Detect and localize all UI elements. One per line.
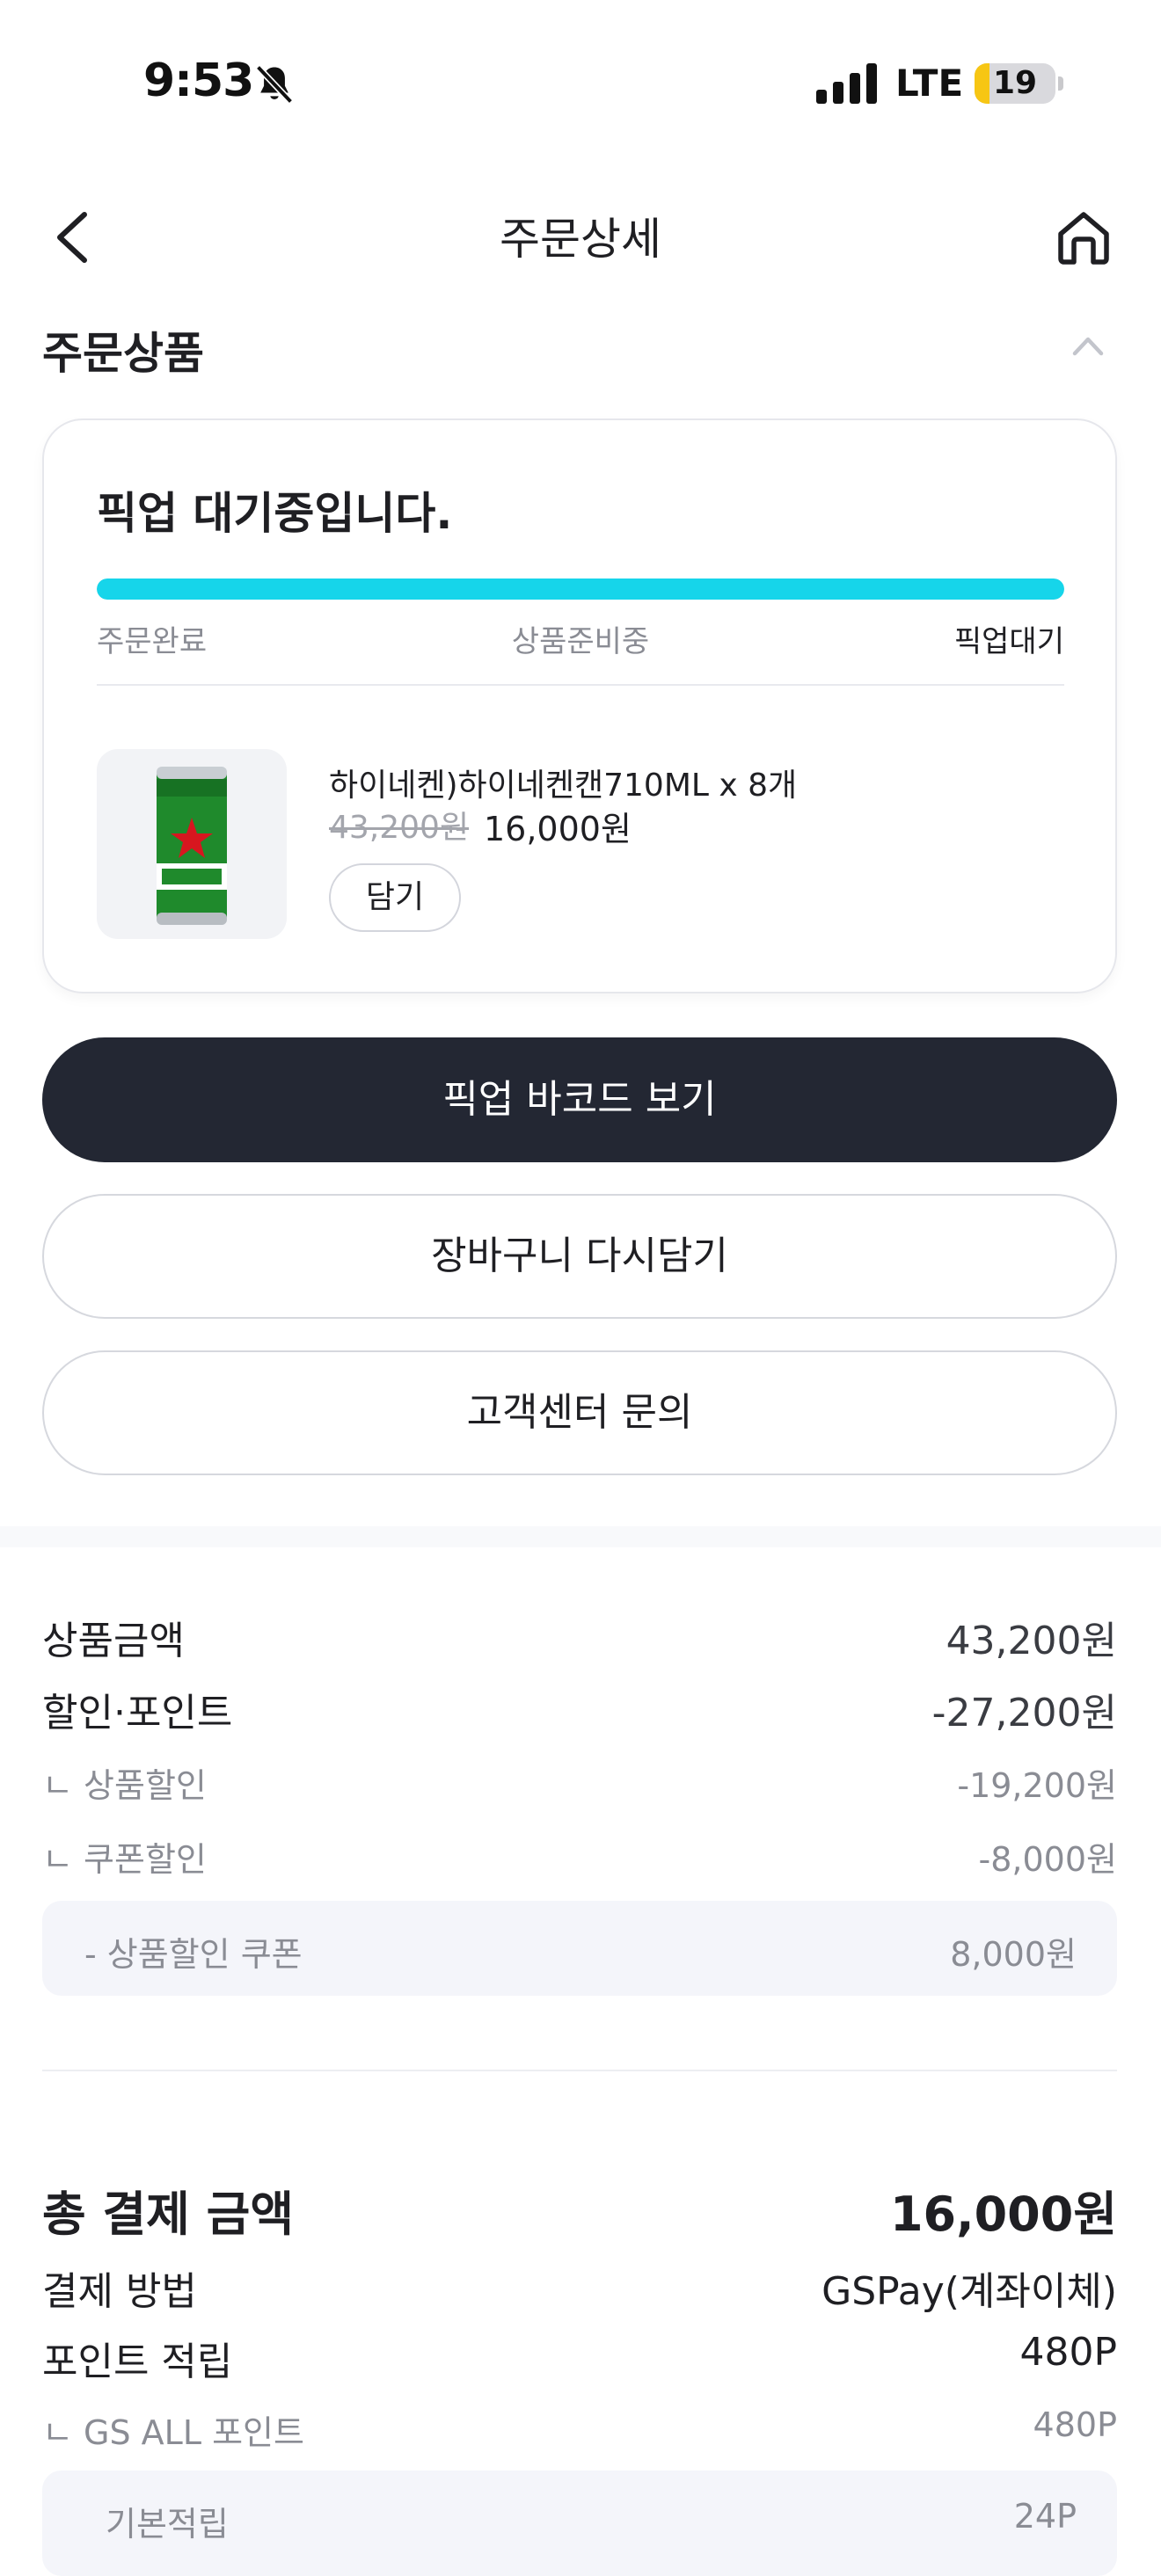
gs-points-value: 480P [1033, 2405, 1117, 2444]
status-time: 9:53 [143, 55, 254, 107]
beer-can-icon [157, 767, 227, 925]
coupon-item-value: 8,000원 [950, 1935, 1077, 1974]
step-pickup-waiting: 픽업대기 [953, 624, 1064, 659]
section-separator [0, 1526, 1161, 1547]
points-earned-value: 480P [1019, 2330, 1117, 2375]
points-earned-label: 포인트 적립 [42, 2340, 233, 2384]
battery-icon: 19 [975, 63, 1055, 104]
network-type: LTE [895, 62, 964, 105]
product-name[interactable]: 하이네켄)하이네켄캔710ML x 8개 [329, 760, 797, 805]
coupon-discount-label: ㄴ 쿠폰할인 [42, 1840, 207, 1879]
battery-level: 19 [992, 65, 1038, 101]
payment-method-value: GSPay(계좌이체) [821, 2269, 1117, 2314]
pickup-barcode-button[interactable]: 픽업 바코드 보기 [42, 1037, 1117, 1162]
divider [97, 684, 1064, 686]
discount-value: -27,200원 [931, 1691, 1117, 1736]
product-discount-value: -19,200원 [957, 1766, 1117, 1805]
total-payment-value: 16,000원 [889, 2187, 1117, 2242]
original-price: 43,200원 [329, 810, 470, 846]
pickup-status-text: 픽업 대기중입니다. [97, 488, 453, 539]
order-progress-bar [97, 579, 1064, 600]
section-title-order-items: 주문상품 [42, 328, 204, 379]
bell-off-icon [255, 64, 294, 105]
payment-method-label: 결제 방법 [42, 2269, 197, 2314]
total-payment-label: 총 결제 금액 [42, 2187, 294, 2242]
basic-points-value: 24P [1013, 2497, 1077, 2536]
product-amount-value: 43,200원 [946, 1619, 1117, 1663]
coupon-discount-value: -8,000원 [978, 1840, 1117, 1879]
product-amount-label: 상품금액 [42, 1619, 185, 1663]
signal-icon [816, 63, 877, 104]
product-thumbnail[interactable] [97, 749, 287, 939]
battery-cap [1058, 76, 1063, 91]
product-discount-label: ㄴ 상품할인 [42, 1766, 207, 1805]
add-to-cart-button[interactable]: 담기 [329, 863, 461, 932]
discount-label: 할인·포인트 [42, 1691, 233, 1736]
chevron-up-icon[interactable] [1071, 334, 1105, 357]
sale-price: 16,000원 [484, 810, 632, 848]
reorder-cart-button[interactable]: 장바구니 다시담기 [42, 1194, 1117, 1319]
gs-points-label: ㄴ GS ALL 포인트 [42, 2413, 304, 2452]
customer-support-button[interactable]: 고객센터 문의 [42, 1350, 1117, 1475]
home-icon[interactable] [1054, 207, 1114, 267]
coupon-item-label: - 상품할인 쿠폰 [84, 1935, 303, 1974]
order-progress-fill [97, 579, 1064, 600]
page-title: 주문상세 [500, 214, 661, 265]
divider [42, 2070, 1117, 2071]
